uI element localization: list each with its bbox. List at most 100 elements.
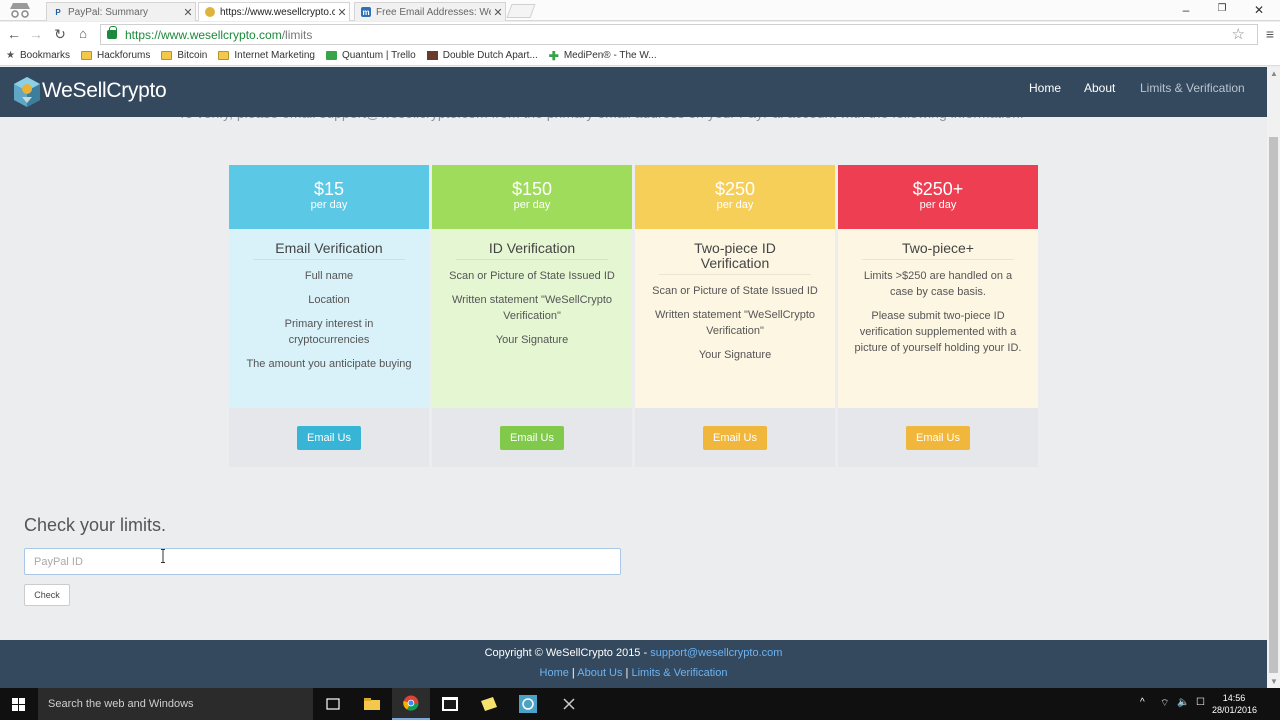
back-icon[interactable]: ← bbox=[5, 25, 23, 43]
plan-price: $150 bbox=[511, 179, 553, 199]
footer-link-limits[interactable]: Limits & Verification bbox=[631, 667, 727, 679]
minimize-icon[interactable]: – bbox=[1176, 3, 1196, 17]
email-us-button[interactable]: Email Us bbox=[905, 425, 970, 450]
new-tab-button[interactable] bbox=[506, 4, 536, 18]
plan-email-verification: $15 per day Email Verification Full name… bbox=[229, 165, 429, 467]
plan-period: per day bbox=[513, 199, 551, 211]
footer-link-about[interactable]: About Us bbox=[577, 667, 622, 679]
windows-taskbar: Search the web and Windows ^ ⌔ 🔈 ☐ 14:56… bbox=[0, 688, 1280, 720]
plan-id-verification: $150 per day ID Verification Scan or Pic… bbox=[432, 165, 632, 467]
plan-body: Two-piece ID Verification Scan or Pictur… bbox=[635, 229, 835, 408]
notifications-icon[interactable]: ☐ bbox=[1196, 697, 1205, 708]
url-text: https://www.wesellcrypto.com/limits bbox=[125, 27, 313, 42]
settings-app-icon[interactable] bbox=[509, 688, 547, 720]
bookmark-double-dutch[interactable]: Double Dutch Apart... bbox=[426, 50, 538, 61]
plan-two-piece-plus: $250+ per day Two-piece+ Limits >$250 ar… bbox=[838, 165, 1038, 467]
restore-icon[interactable]: ❐ bbox=[1212, 3, 1232, 14]
tray-expand-icon[interactable]: ^ bbox=[1140, 697, 1145, 708]
text-cursor-icon bbox=[161, 549, 165, 563]
plan-requirement: Scan or Picture of State Issued ID bbox=[652, 285, 818, 297]
footer-link-home[interactable]: Home bbox=[540, 667, 569, 679]
bookmark-bitcoin[interactable]: Bitcoin bbox=[161, 50, 207, 61]
plan-requirement: Scan or Picture of State Issued ID bbox=[449, 270, 615, 282]
bookmark-hackforums[interactable]: Hackforums bbox=[80, 50, 150, 61]
taskbar-search[interactable]: Search the web and Windows bbox=[38, 688, 313, 720]
email-us-button[interactable]: Email Us bbox=[296, 425, 361, 450]
bookmark-trello[interactable]: Quantum | Trello bbox=[325, 50, 416, 61]
plan-requirement: Full name bbox=[304, 270, 354, 282]
plan-price: $15 bbox=[313, 179, 345, 199]
sticky-notes-icon[interactable] bbox=[470, 688, 508, 720]
plan-requirement: Your Signature bbox=[495, 334, 569, 346]
reload-icon[interactable]: ↻ bbox=[51, 25, 69, 43]
chrome-icon[interactable] bbox=[392, 688, 430, 720]
plan-footer: Email Us bbox=[838, 408, 1038, 467]
plan-requirement: Limits >$250 are handled on a case by ca… bbox=[863, 270, 1013, 298]
site-footer: Copyright © WeSellCrypto 2015 - support@… bbox=[0, 640, 1267, 688]
nav-limits[interactable]: Limits & Verification bbox=[1140, 81, 1245, 95]
terminal-icon[interactable] bbox=[431, 688, 469, 720]
nav-home[interactable]: Home bbox=[1029, 81, 1061, 95]
bookmark-internet-marketing[interactable]: Internet Marketing bbox=[218, 50, 315, 61]
plan-footer: Email Us bbox=[635, 408, 835, 467]
volume-icon[interactable]: 🔈 bbox=[1177, 697, 1189, 708]
paypal-id-input[interactable] bbox=[24, 548, 621, 575]
address-bar[interactable]: https://www.wesellcrypto.com/limits ☆ bbox=[100, 24, 1258, 45]
scroll-up-icon[interactable]: ▲ bbox=[1270, 69, 1278, 78]
plan-header: $250+ per day bbox=[838, 165, 1038, 229]
star-icon: ★ bbox=[6, 50, 15, 61]
scroll-down-icon[interactable]: ▼ bbox=[1270, 677, 1278, 686]
folder-icon bbox=[80, 51, 92, 60]
windows-start-icon[interactable] bbox=[12, 698, 25, 711]
bookmark-star-icon[interactable]: ☆ bbox=[1232, 25, 1245, 43]
tab-free-email[interactable]: m Free Email Addresses: Wel ✕ bbox=[354, 2, 506, 21]
bookmarks-bar: ★ Bookmarks Hackforums Bitcoin Internet M… bbox=[0, 46, 1280, 66]
plan-body: Two-piece+ Limits >$250 are handled on a… bbox=[838, 229, 1038, 408]
plan-title: ID Verification bbox=[456, 241, 608, 260]
plan-header: $250 per day bbox=[635, 165, 835, 229]
support-email-link[interactable]: support@wesellcrypto.com bbox=[650, 647, 782, 659]
plan-price: $250+ bbox=[912, 179, 964, 199]
wifi-icon[interactable]: ⌔ bbox=[1160, 697, 1169, 710]
copyright-line: Copyright © WeSellCrypto 2015 - support@… bbox=[484, 647, 783, 659]
home-icon[interactable]: ⌂ bbox=[74, 25, 92, 43]
task-view-icon[interactable] bbox=[314, 688, 352, 720]
plan-header: $15 per day bbox=[229, 165, 429, 229]
email-us-button[interactable]: Email Us bbox=[499, 425, 564, 450]
plan-title: Two-piece+ bbox=[862, 241, 1014, 260]
snipping-tool-icon[interactable] bbox=[550, 688, 588, 720]
file-explorer-icon[interactable] bbox=[353, 688, 391, 720]
close-tab-icon[interactable]: ✕ bbox=[335, 6, 349, 19]
close-tab-icon[interactable]: ✕ bbox=[181, 6, 195, 19]
check-button[interactable]: Check bbox=[24, 584, 70, 606]
bookmark-medipen[interactable]: ✚ MediPen® - The W... bbox=[549, 49, 657, 63]
building-icon bbox=[426, 51, 438, 60]
bookmark-bookmarks[interactable]: ★ Bookmarks bbox=[6, 50, 70, 61]
brand-name[interactable]: WeSellCrypto bbox=[42, 79, 167, 103]
system-clock[interactable]: 14:56 28/01/2016 bbox=[1212, 692, 1257, 716]
scroll-thumb[interactable] bbox=[1269, 137, 1278, 673]
forward-icon[interactable]: → bbox=[27, 25, 45, 43]
wesellcrypto-icon bbox=[205, 7, 215, 17]
mail-site-icon: m bbox=[361, 7, 371, 17]
tab-paypal[interactable]: P PayPal: Summary ✕ bbox=[46, 2, 196, 21]
plan-requirement: Please submit two-piece ID verification … bbox=[854, 310, 1022, 354]
wesellcrypto-logo-icon bbox=[14, 77, 40, 107]
email-us-button[interactable]: Email Us bbox=[702, 425, 767, 450]
chrome-menu-icon[interactable]: ≡ bbox=[1266, 26, 1274, 42]
page-scrollbar[interactable]: ▲ ▼ bbox=[1267, 67, 1280, 688]
trello-icon bbox=[325, 51, 337, 60]
site-navbar: WeSellCrypto Home About Limits & Verific… bbox=[0, 67, 1267, 117]
browser-toolbar: ← → ↻ ⌂ https://www.wesellcrypto.com/lim… bbox=[0, 22, 1280, 46]
plan-requirement: Written statement "WeSellCrypto Verifica… bbox=[452, 294, 612, 322]
tab-wesellcrypto[interactable]: https://www.wesellcrypto.c ✕ bbox=[198, 2, 350, 21]
plan-footer: Email Us bbox=[229, 408, 429, 467]
nav-about[interactable]: About bbox=[1084, 81, 1115, 95]
plan-requirement: The amount you anticipate buying bbox=[246, 358, 412, 370]
browser-tabstrip: P PayPal: Summary ✕ https://www.wesellcr… bbox=[0, 0, 1280, 21]
plan-title: Email Verification bbox=[253, 241, 405, 260]
close-window-icon[interactable]: ✕ bbox=[1249, 3, 1269, 17]
close-tab-icon[interactable]: ✕ bbox=[491, 6, 505, 19]
plan-period: per day bbox=[310, 199, 348, 211]
check-limits-heading: Check your limits. bbox=[24, 515, 167, 535]
